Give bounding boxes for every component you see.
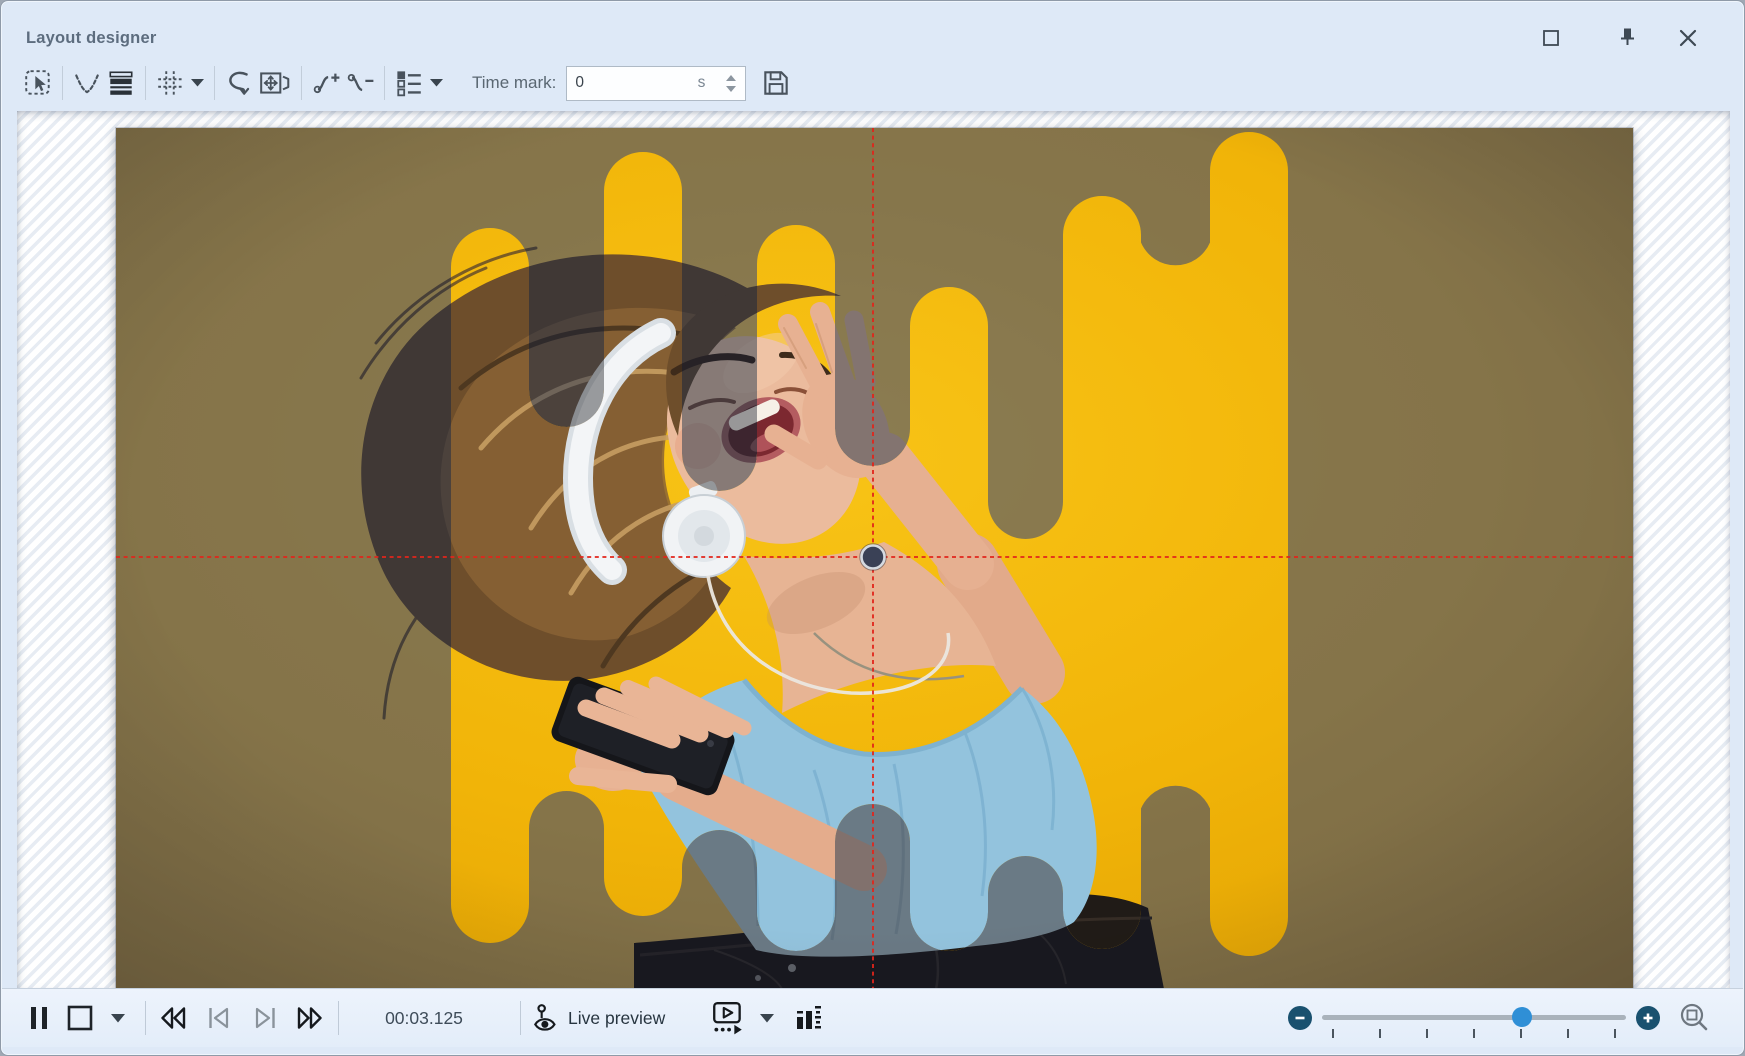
remove-curve-point-button[interactable]: [343, 64, 377, 102]
zoom-tick: [1426, 1029, 1428, 1038]
fast-forward-icon: [294, 1004, 326, 1032]
time-mark-field: s: [566, 66, 746, 101]
close-button[interactable]: [1675, 25, 1701, 51]
curve-select-button[interactable]: [70, 64, 104, 102]
render-preview-dropdown[interactable]: [755, 989, 779, 1047]
camera-pan-icon: [258, 68, 292, 98]
grid-options-dropdown[interactable]: [187, 64, 207, 102]
pause-icon: [27, 1004, 51, 1032]
slide-image[interactable]: [116, 128, 1633, 989]
toolbar-separator: [62, 66, 63, 100]
keyframe-list-icon: [394, 68, 424, 98]
maximize-icon: [1540, 27, 1562, 49]
playback-time: 00:03.125: [354, 989, 494, 1047]
player-separator: [338, 1001, 339, 1035]
pin-button[interactable]: [1613, 24, 1639, 50]
previous-frame-button[interactable]: [198, 989, 240, 1047]
maximize-button[interactable]: [1538, 25, 1564, 51]
titlebar[interactable]: Layout designer: [1, 1, 1744, 59]
pause-button[interactable]: [22, 989, 56, 1047]
next-frame-button[interactable]: [244, 989, 286, 1047]
keyframe-list-button[interactable]: [392, 64, 426, 102]
grid-icon: [155, 68, 185, 98]
tracks-icon: [106, 68, 136, 98]
stop-options-dropdown[interactable]: [106, 989, 130, 1047]
toolbar: Time mark: s: [21, 58, 793, 108]
minus-icon: [1293, 1011, 1307, 1025]
chevron-down-icon: [191, 79, 204, 87]
stop-icon: [65, 1004, 95, 1032]
tracks-button[interactable]: [104, 64, 138, 102]
statistics-icon: [794, 1003, 824, 1033]
layout-canvas[interactable]: [17, 111, 1730, 991]
spinner-up-icon[interactable]: [726, 75, 736, 81]
time-mark-input[interactable]: [567, 73, 677, 93]
zoom-fit-icon: [1678, 1001, 1712, 1035]
camera-pan-button[interactable]: [256, 64, 294, 102]
pin-icon: [1614, 25, 1638, 49]
render-preview-icon: [710, 1000, 746, 1036]
toolbar-separator: [301, 66, 302, 100]
chevron-down-icon: [760, 1014, 774, 1023]
toolbar-separator: [214, 66, 215, 100]
time-mark-label: Time mark:: [472, 73, 556, 93]
save-icon: [760, 67, 792, 99]
live-preview-icon: [532, 1002, 562, 1034]
close-icon: [1677, 27, 1699, 49]
chevron-down-icon: [111, 1014, 125, 1023]
zoom-slider-thumb[interactable]: [1512, 1007, 1532, 1027]
next-frame-icon: [249, 1004, 281, 1032]
rewind-button[interactable]: [152, 989, 194, 1047]
spinner-down-icon[interactable]: [726, 86, 736, 92]
add-curve-point-button[interactable]: [309, 64, 343, 102]
window-title: Layout designer: [26, 29, 156, 48]
zoom-tick: [1567, 1029, 1569, 1038]
grid-button[interactable]: [153, 64, 187, 102]
plus-icon: [1641, 1011, 1655, 1025]
render-preview-button[interactable]: [708, 989, 748, 1047]
player-bar: 00:03.125 Live preview: [2, 988, 1743, 1047]
zoom-tick: [1520, 1029, 1522, 1038]
statistics-button[interactable]: [792, 989, 826, 1047]
previous-frame-icon: [203, 1004, 235, 1032]
zoom-out-button[interactable]: [1288, 1006, 1312, 1030]
select-tool-button[interactable]: [21, 64, 55, 102]
center-handle[interactable]: [862, 546, 885, 569]
stop-button[interactable]: [62, 989, 98, 1047]
curve-select-icon: [72, 68, 102, 98]
zoom-tick: [1332, 1029, 1334, 1038]
zoom-in-button[interactable]: [1636, 1006, 1660, 1030]
player-separator: [520, 1001, 521, 1035]
curve-path-button[interactable]: [222, 64, 256, 102]
chevron-down-icon: [430, 79, 443, 87]
zoom-tick: [1614, 1029, 1616, 1038]
curve-path-icon: [224, 68, 254, 98]
live-preview-toggle[interactable]: [529, 989, 565, 1047]
zoom-tick: [1473, 1029, 1475, 1038]
toolbar-separator: [145, 66, 146, 100]
keyframe-list-dropdown[interactable]: [426, 64, 446, 102]
rewind-icon: [157, 1004, 189, 1032]
select-tool-icon: [23, 68, 53, 98]
layout-designer-window: Layout designer: [0, 0, 1745, 1056]
zoom-tick: [1379, 1029, 1381, 1038]
live-preview-label: Live preview: [568, 989, 665, 1047]
remove-curve-point-icon: [345, 68, 375, 98]
zoom-slider-ticks: [1332, 1029, 1616, 1039]
time-mark-unit: s: [698, 74, 706, 92]
toolbar-separator: [384, 66, 385, 100]
save-button[interactable]: [759, 64, 793, 102]
add-curve-point-icon: [311, 68, 341, 98]
zoom-fit-button[interactable]: [1676, 989, 1714, 1047]
zoom-slider[interactable]: [1322, 1015, 1626, 1020]
player-separator: [145, 1001, 146, 1035]
fast-forward-button[interactable]: [288, 989, 332, 1047]
